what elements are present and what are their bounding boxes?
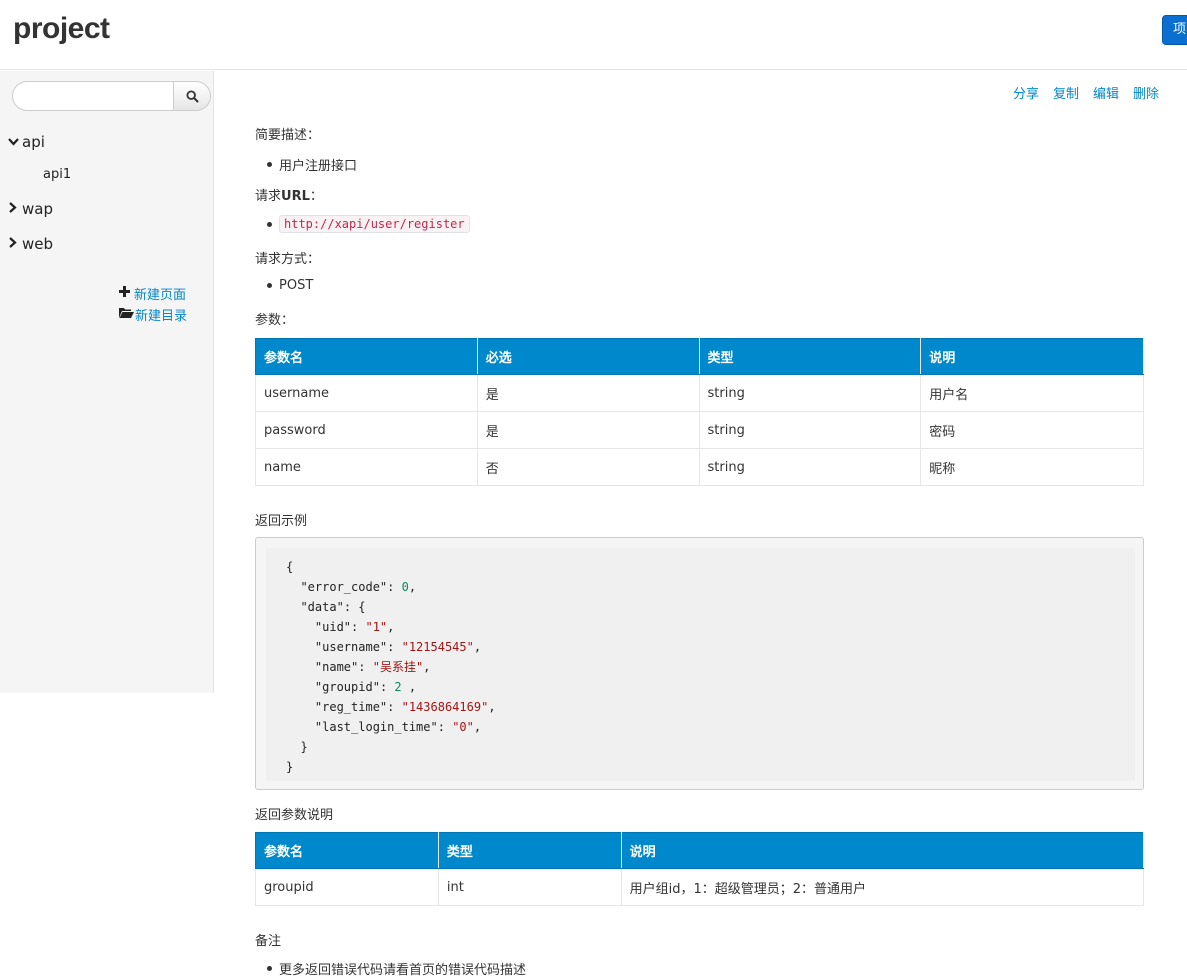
tree-item-api1[interactable]: api1 xyxy=(43,167,71,182)
table-cell: 否 xyxy=(476,448,700,486)
plus-icon xyxy=(119,286,130,301)
chevron-down-icon xyxy=(8,136,22,149)
new-folder-label: 新建目录 xyxy=(135,309,188,324)
col-header: 参数名 xyxy=(255,338,478,375)
folder-open-icon xyxy=(119,307,134,322)
url-label: 请求URL： xyxy=(255,185,323,204)
table-row: username 是 string 用户名 xyxy=(255,374,1144,412)
new-page-link[interactable]: 新建页面 xyxy=(119,284,186,303)
edit-link[interactable]: 编辑 xyxy=(1093,83,1119,102)
json-token: "12154545" xyxy=(401,640,474,654)
app-logo[interactable]: project xyxy=(13,12,110,46)
col-header: 必选 xyxy=(476,338,700,375)
brief-label: 简要描述： xyxy=(255,128,321,143)
delete-link[interactable]: 删除 xyxy=(1133,83,1159,102)
table-cell: groupid xyxy=(255,868,439,906)
new-page-label: 新建页面 xyxy=(134,288,187,303)
return-params-label: 返回参数说明 xyxy=(255,808,334,823)
return-example-label: 返回示例 xyxy=(255,514,308,529)
table-cell: 是 xyxy=(476,374,700,412)
table-cell: int xyxy=(437,868,622,906)
table-cell: 昵称 xyxy=(920,448,1144,486)
table-cell: password xyxy=(255,411,478,449)
params-label: 参数： xyxy=(255,313,295,328)
json-token: 0 xyxy=(401,580,409,594)
page-actions: 分享 复制 编辑 删除 xyxy=(1013,83,1159,102)
remark-label: 备注 xyxy=(255,934,282,949)
new-folder-link[interactable]: 新建目录 xyxy=(119,305,187,324)
remark-value: 更多返回错误代码请看首页的错误代码描述 xyxy=(267,959,526,978)
tree-item-label: api xyxy=(22,133,45,151)
top-header: project 项 xyxy=(0,0,1187,70)
tree-item-label: wap xyxy=(22,200,53,218)
table-header-row: 参数名 必选 类型 说明 xyxy=(255,338,1144,375)
table-cell: 用户组id，1：超级管理员；2：普通用户 xyxy=(620,868,1145,906)
url-item: http://xapi/user/register xyxy=(267,215,470,233)
table-cell: name xyxy=(255,448,478,486)
json-token: "username" xyxy=(314,640,388,654)
table-row: groupid int 用户组id，1：超级管理员；2：普通用户 xyxy=(255,868,1145,906)
table-cell: 是 xyxy=(476,411,700,449)
json-token: "1436864169" xyxy=(401,700,489,714)
table-cell: 用户名 xyxy=(920,374,1144,412)
col-header: 说明 xyxy=(920,338,1144,375)
col-header: 类型 xyxy=(698,338,922,375)
url-label-prefix: 请求 xyxy=(255,189,282,204)
col-header: 说明 xyxy=(620,832,1145,869)
return-params-table: 参数名 类型 说明 groupid int 用户组id，1：超级管理员；2：普通… xyxy=(255,832,1145,906)
table-cell: 密码 xyxy=(920,411,1144,449)
table-cell: username xyxy=(255,374,478,412)
table-header-row: 参数名 类型 说明 xyxy=(255,832,1145,869)
table-cell: string xyxy=(698,448,922,486)
tree-item-wap[interactable]: wap xyxy=(8,200,53,218)
table-row: password 是 string 密码 xyxy=(255,411,1144,449)
json-token: "吴系挂" xyxy=(372,660,424,674)
table-cell: string xyxy=(698,374,922,412)
json-token: "last_login_time" xyxy=(314,720,438,734)
col-header: 参数名 xyxy=(255,832,439,869)
json-token: "groupid" xyxy=(314,680,380,694)
json-token: 2 xyxy=(394,680,402,694)
copy-link[interactable]: 复制 xyxy=(1053,83,1079,102)
url-label-strong: URL xyxy=(281,189,310,204)
project-button[interactable]: 项 xyxy=(1162,15,1187,45)
json-token: "uid" xyxy=(314,620,352,634)
json-token: } xyxy=(300,740,308,754)
json-token: } xyxy=(286,760,294,774)
table-row: name 否 string 昵称 xyxy=(255,448,1144,486)
json-token: { xyxy=(358,600,366,614)
json-token: "name" xyxy=(314,660,359,674)
json-code: { "error_code": 0, "data": { "uid": "1",… xyxy=(286,560,496,774)
share-link[interactable]: 分享 xyxy=(1013,83,1039,102)
col-header: 类型 xyxy=(437,832,622,869)
sidebar: api api1 wap web 新建页面 新建目录 xyxy=(0,71,214,693)
url-label-suffix: ： xyxy=(309,189,323,204)
url-value: http://xapi/user/register xyxy=(279,215,470,233)
json-example-box: { "error_code": 0, "data": { "uid": "1",… xyxy=(255,537,1144,790)
search-input[interactable] xyxy=(12,81,174,111)
chevron-right-icon xyxy=(8,202,22,216)
code-block: { "error_code": 0, "data": { "uid": "1",… xyxy=(266,548,1135,781)
brief-value: 用户注册接口 xyxy=(267,155,357,174)
json-token: "reg_time" xyxy=(314,700,388,714)
json-token: { xyxy=(286,560,294,574)
params-table: 参数名 必选 类型 说明 username 是 string 用户名 passw… xyxy=(255,338,1144,486)
method-value: POST xyxy=(267,278,313,293)
search-box xyxy=(12,81,211,111)
search-button[interactable] xyxy=(173,81,211,111)
tree-item-api[interactable]: api xyxy=(8,133,45,151)
json-token: "1" xyxy=(365,620,388,634)
method-label: 请求方式： xyxy=(255,252,321,267)
table-cell: string xyxy=(698,411,922,449)
tree-item-web[interactable]: web xyxy=(8,235,53,253)
json-token: "data" xyxy=(300,600,344,614)
json-token: "error_code" xyxy=(300,580,388,594)
search-icon xyxy=(185,89,198,102)
chevron-right-icon xyxy=(8,237,22,251)
json-token: "0" xyxy=(452,720,474,734)
tree-item-label: web xyxy=(22,235,54,253)
